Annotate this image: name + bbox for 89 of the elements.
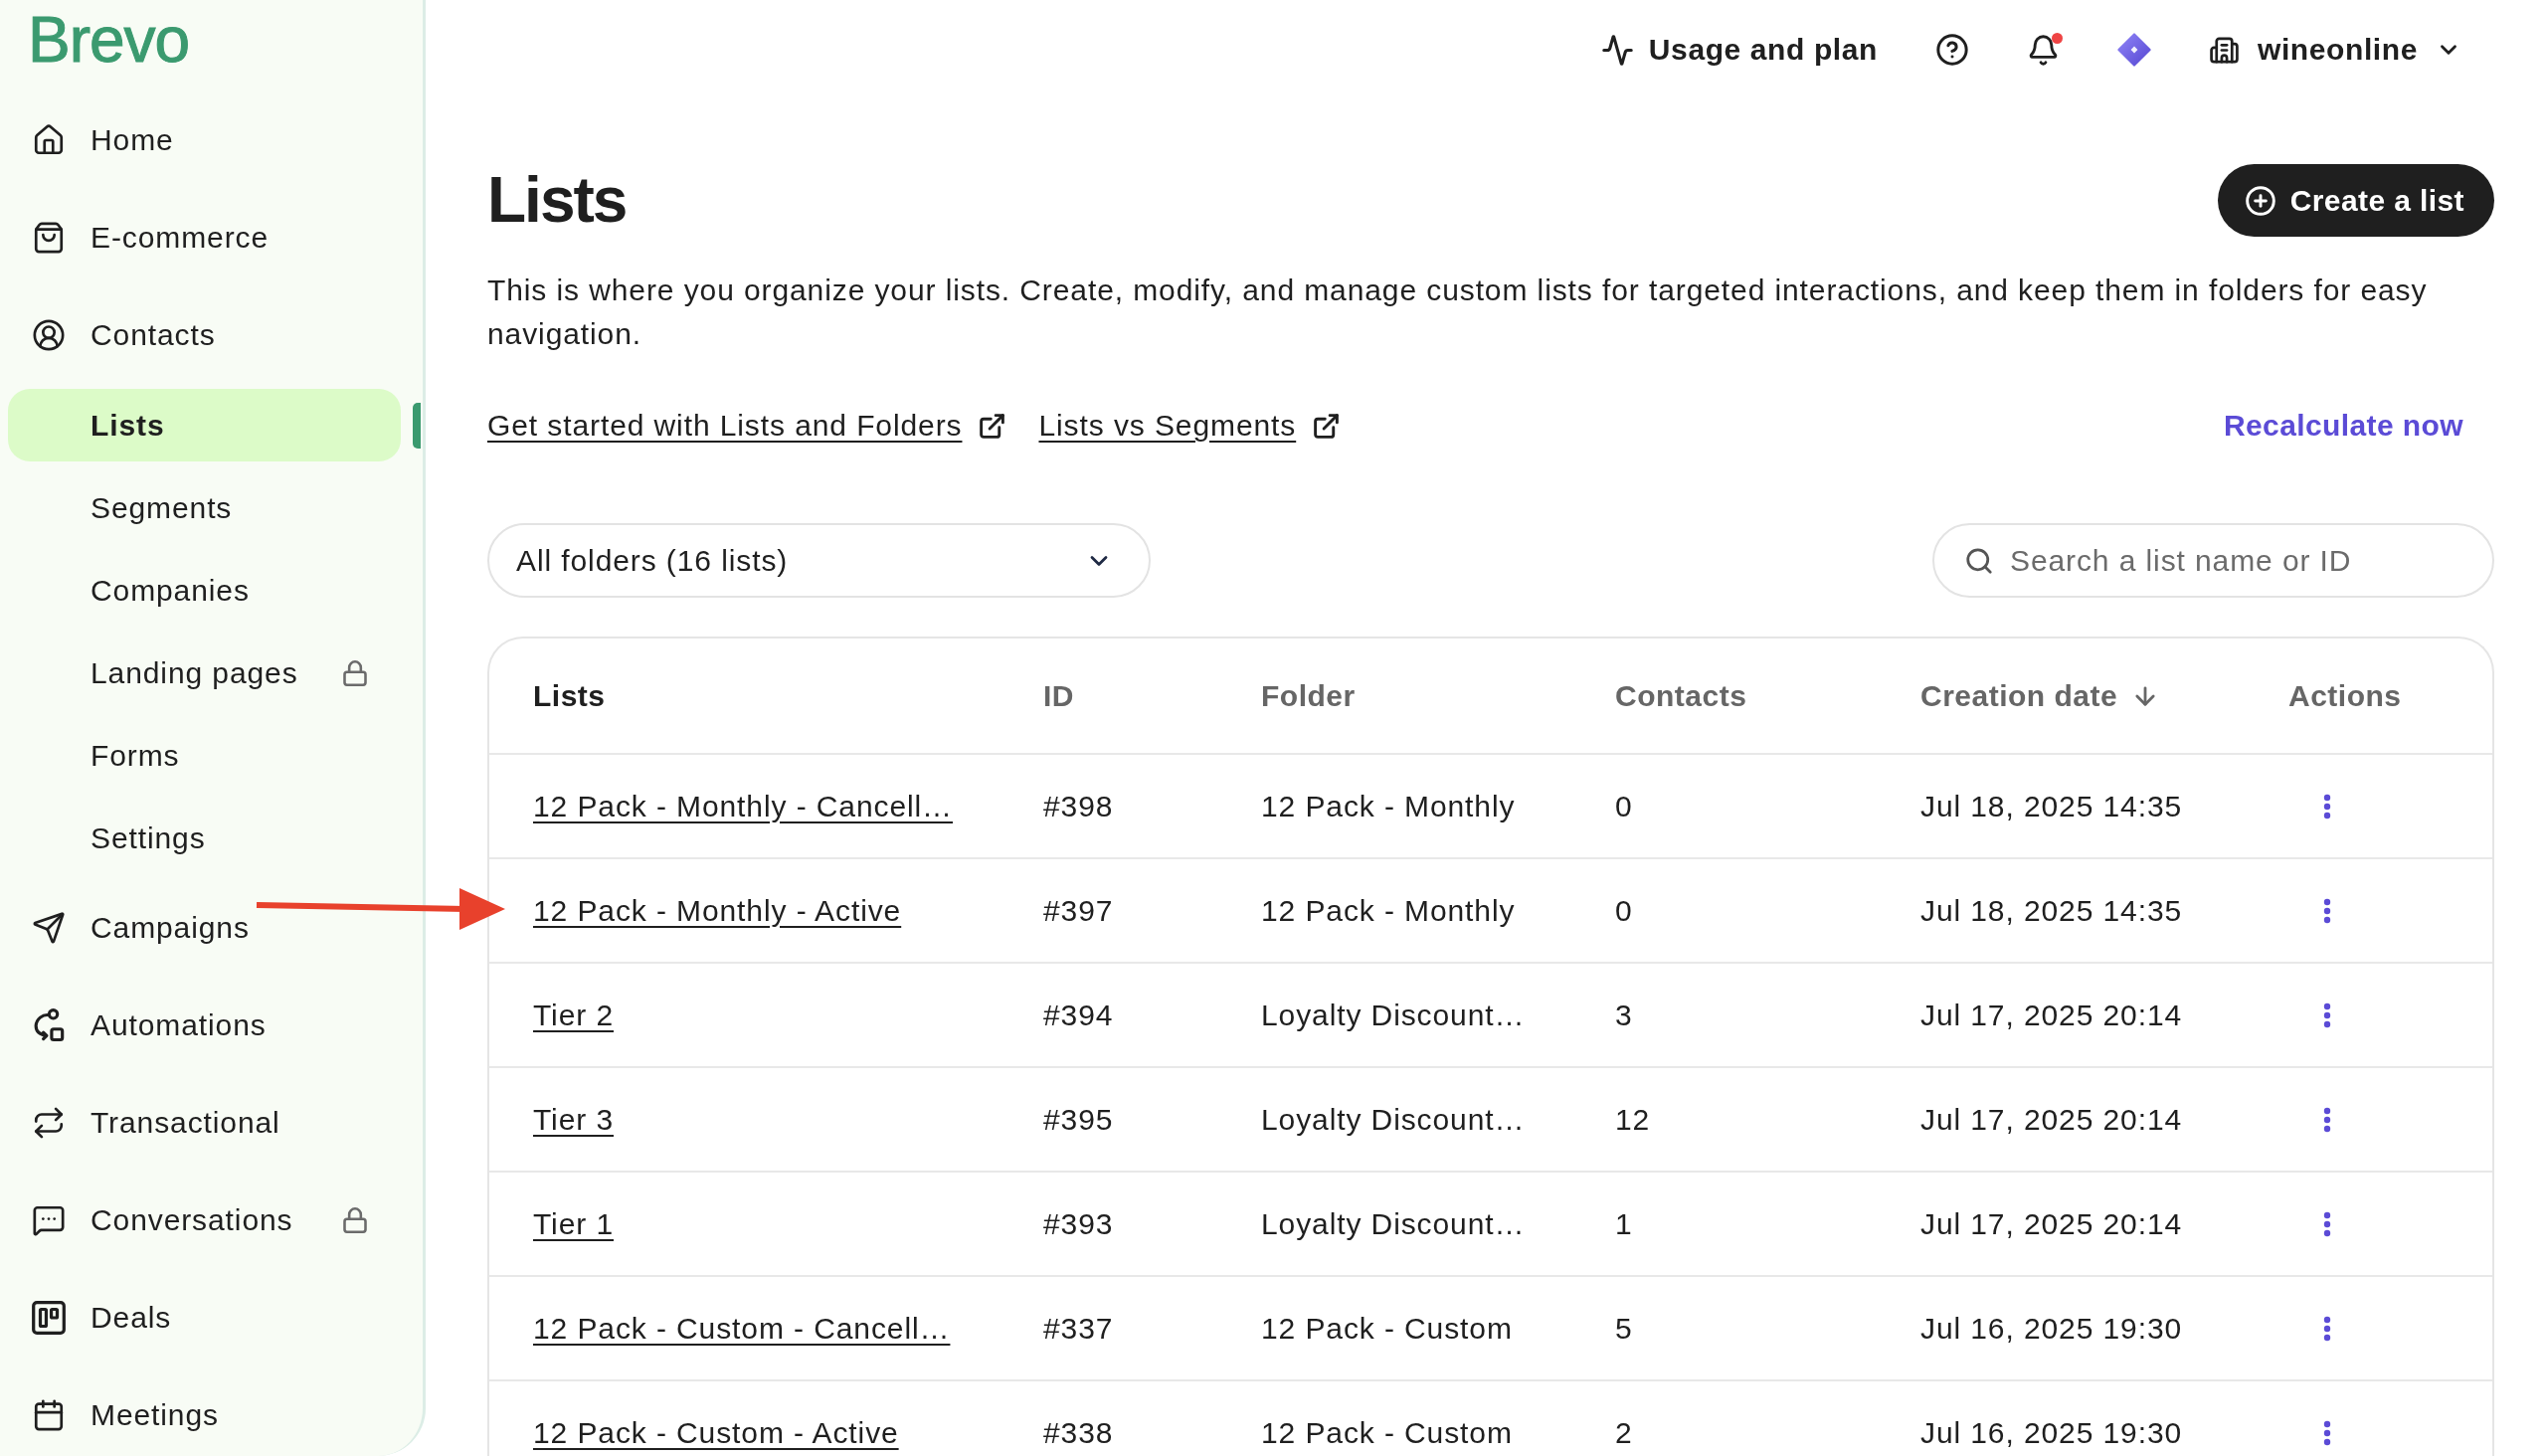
contacts-cell: 3 — [1615, 998, 1633, 1032]
page-title: Lists — [487, 164, 627, 237]
sidebar-nav-item[interactable]: Contacts — [8, 305, 401, 365]
contacts-cell: 1 — [1615, 1206, 1633, 1241]
folder-cell: 12 Pack - Monthly — [1261, 893, 1516, 928]
account-switcher[interactable]: wineonline — [2209, 33, 2461, 67]
id-cell: #395 — [1043, 1102, 1114, 1137]
help-link[interactable]: Get started with Lists and Folders — [487, 406, 1007, 446]
column-header: ID — [1043, 678, 1074, 713]
search-field[interactable]: Search a list name or ID — [1932, 523, 2494, 598]
contacts-cell: 5 — [1615, 1311, 1633, 1346]
user-circle-icon — [32, 318, 66, 352]
sidebar-nav-item[interactable]: E-commerce — [8, 208, 401, 268]
help-link[interactable]: Lists vs Segments — [1038, 406, 1342, 446]
sidebar-nav-item[interactable]: Transactional — [8, 1093, 401, 1153]
list-name-link[interactable]: Tier 1 — [533, 1206, 614, 1241]
id-cell: #394 — [1043, 998, 1114, 1032]
sidebar-nav-item[interactable]: Conversations — [8, 1190, 401, 1250]
date-cell: Jul 17, 2025 20:14 — [1920, 998, 2183, 1032]
sidebar-subitem[interactable]: Landing pages — [8, 637, 401, 709]
folder-cell: 12 Pack - Custom — [1261, 1311, 1513, 1346]
shopping-bag-icon — [32, 221, 66, 255]
contacts-cell: 0 — [1615, 789, 1633, 823]
sidebar-nav-item[interactable]: Automations — [8, 996, 401, 1055]
folder-cell: 12 Pack - Custom — [1261, 1415, 1513, 1450]
usage-button[interactable]: Usage and plan — [1600, 33, 1878, 67]
bell-icon[interactable] — [2027, 33, 2060, 67]
more-options-icon[interactable] — [2323, 1210, 2331, 1237]
help-icon[interactable] — [1935, 33, 1969, 67]
pulse-icon — [1600, 33, 1634, 67]
workflow-icon — [32, 1008, 66, 1042]
sidebar-subitem[interactable]: Lists — [8, 389, 401, 461]
sidebar-subitem[interactable]: Forms — [8, 719, 401, 792]
list-name-link[interactable]: 12 Pack - Monthly - Cancell… — [533, 789, 953, 823]
repeat-arrows-icon — [32, 1106, 66, 1140]
date-cell: Jul 16, 2025 19:30 — [1920, 1415, 2183, 1450]
create-list-button[interactable]: Create a list — [2217, 164, 2494, 237]
column-header: Lists — [533, 678, 606, 713]
page-description: This is where you organize your lists. Create, modify, and manage custom lists for targeted interactions, and keep them in folders for easy navigation. — [487, 273, 2429, 352]
contacts-cell: 0 — [1615, 893, 1633, 928]
list-name-link[interactable]: 12 Pack - Monthly - Active — [533, 893, 902, 928]
date-cell: Jul 18, 2025 14:35 — [1920, 789, 2183, 823]
date-cell: Jul 18, 2025 14:35 — [1920, 893, 2183, 928]
sidebar-nav-item[interactable]: Campaigns — [8, 898, 401, 958]
plus-circle-icon — [2244, 184, 2276, 217]
id-cell: #393 — [1043, 1206, 1114, 1241]
id-cell: #397 — [1043, 893, 1114, 928]
active-indicator — [413, 402, 421, 449]
home-icon — [32, 123, 66, 157]
column-header: Contacts — [1615, 678, 1747, 713]
more-options-icon[interactable] — [2323, 1419, 2331, 1446]
date-cell: Jul 17, 2025 20:14 — [1920, 1102, 2183, 1137]
date-cell: Jul 16, 2025 19:30 — [1920, 1311, 2183, 1346]
sidebar-subitem[interactable]: Segments — [8, 471, 401, 544]
id-cell: #398 — [1043, 789, 1114, 823]
date-cell: Jul 17, 2025 20:14 — [1920, 1206, 2183, 1241]
contacts-cell: 12 — [1615, 1102, 1651, 1137]
folder-cell: Loyalty Discount… — [1261, 998, 1526, 1032]
recalculate-link[interactable]: Recalculate now — [2223, 409, 2463, 443]
sidebar-nav-item[interactable]: Home — [8, 110, 401, 170]
folder-select[interactable]: All folders (16 lists) — [487, 523, 1151, 598]
search-icon — [1964, 545, 1994, 576]
diamond-icon[interactable] — [2117, 33, 2151, 67]
chat-bubble-icon — [32, 1203, 66, 1237]
column-header: Folder — [1261, 678, 1356, 713]
more-options-icon[interactable] — [2323, 897, 2331, 924]
more-options-icon[interactable] — [2323, 1106, 2331, 1133]
more-options-icon[interactable] — [2323, 1001, 2331, 1028]
contacts-cell: 2 — [1615, 1415, 1633, 1450]
id-cell: #337 — [1043, 1311, 1114, 1346]
folder-cell: Loyalty Discount… — [1261, 1102, 1526, 1137]
folder-cell: Loyalty Discount… — [1261, 1206, 1526, 1241]
list-name-link[interactable]: 12 Pack - Custom - Active — [533, 1415, 899, 1450]
id-cell: #338 — [1043, 1415, 1114, 1450]
folder-cell: 12 Pack - Monthly — [1261, 789, 1516, 823]
list-name-link[interactable]: 12 Pack - Custom - Cancell… — [533, 1311, 951, 1346]
calendar-icon — [32, 1398, 66, 1432]
column-header: Creation date — [1920, 678, 2118, 713]
more-options-icon[interactable] — [2323, 1315, 2331, 1342]
sidebar-subitem[interactable]: Settings — [8, 802, 401, 874]
sidebar-nav-item[interactable]: Meetings — [8, 1385, 401, 1445]
sidebar-nav-item[interactable]: Deals — [8, 1288, 401, 1348]
kanban-board-icon — [32, 1301, 66, 1335]
list-name-link[interactable]: Tier 2 — [533, 998, 614, 1032]
sidebar-subitem[interactable]: Companies — [8, 554, 401, 627]
more-options-icon[interactable] — [2323, 793, 2331, 819]
list-name-link[interactable]: Tier 3 — [533, 1102, 614, 1137]
paper-plane-icon — [32, 911, 66, 945]
column-header: Actions — [2288, 678, 2402, 713]
